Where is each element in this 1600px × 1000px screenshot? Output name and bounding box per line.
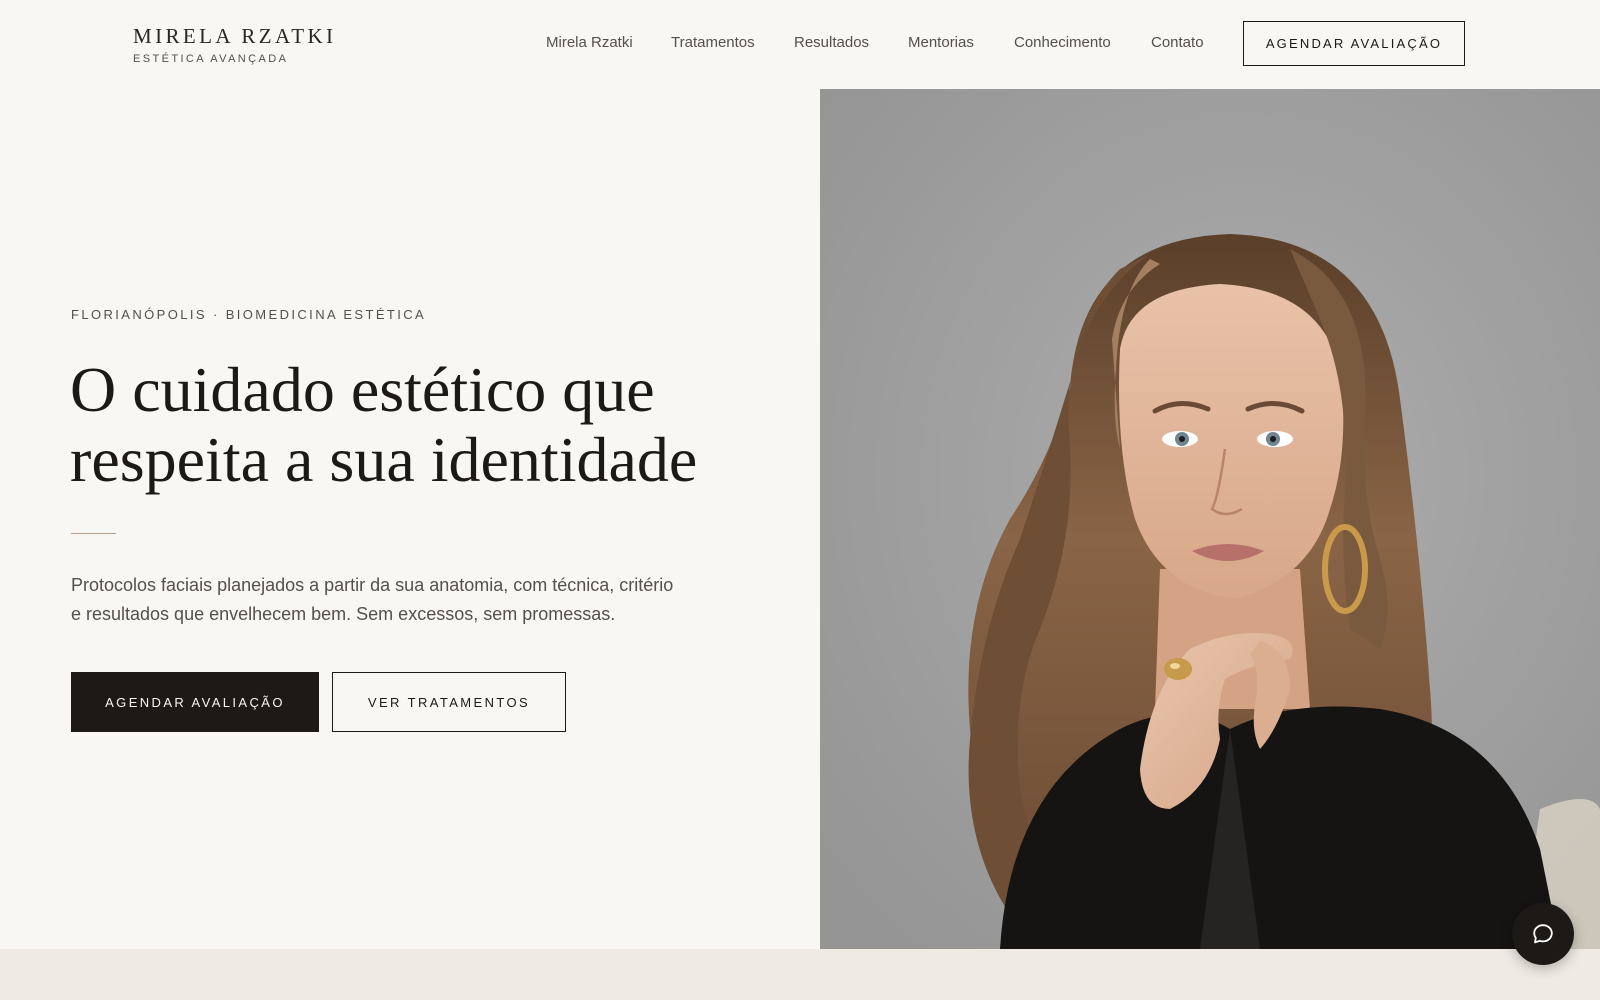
next-section-band bbox=[0, 949, 1600, 1000]
hero-eyebrow: FLORIANÓPOLIS · BIOMEDICINA ESTÉTICA bbox=[71, 307, 427, 322]
hero-description-line-1: Protocolos faciais planejados a partir d… bbox=[71, 575, 674, 595]
nav-item-mirela-rzatki[interactable]: Mirela Rzatki bbox=[546, 33, 633, 53]
nav-item-contato[interactable]: Contato bbox=[1151, 33, 1204, 53]
hero-description: Protocolos faciais planejados a partir d… bbox=[71, 571, 731, 629]
nav-item-mentorias[interactable]: Mentorias bbox=[908, 33, 974, 53]
nav-item-conhecimento[interactable]: Conhecimento bbox=[1014, 33, 1111, 53]
hero-headline-line-2: respeita a sua identidade bbox=[70, 424, 698, 495]
schedule-evaluation-button[interactable]: AGENDAR AVALIAÇÃO bbox=[71, 672, 319, 732]
hero-divider bbox=[71, 533, 116, 534]
brand-name: MIRELA RZATKI bbox=[133, 24, 337, 48]
brand-tagline: ESTÉTICA AVANÇADA bbox=[133, 53, 289, 65]
brand-logo[interactable]: MIRELA RZATKI ESTÉTICA AVANÇADA bbox=[133, 24, 336, 66]
nav-item-tratamentos[interactable]: Tratamentos bbox=[671, 33, 755, 53]
view-treatments-button[interactable]: VER TRATAMENTOS bbox=[332, 672, 566, 732]
hero-headline: O cuidado estético que respeita a sua id… bbox=[70, 355, 770, 495]
nav-item-resultados[interactable]: Resultados bbox=[794, 33, 869, 53]
site-header: MIRELA RZATKI ESTÉTICA AVANÇADA Mirela R… bbox=[0, 0, 1600, 88]
header-schedule-button[interactable]: AGENDAR AVALIAÇÃO bbox=[1243, 21, 1465, 66]
hero-description-line-2: e resultados que envelhecem bem. Sem exc… bbox=[71, 604, 616, 624]
hero-headline-line-1: O cuidado estético que bbox=[70, 354, 655, 425]
chat-bubble-icon[interactable] bbox=[1512, 903, 1574, 965]
hero-portrait-photo bbox=[820, 89, 1600, 949]
